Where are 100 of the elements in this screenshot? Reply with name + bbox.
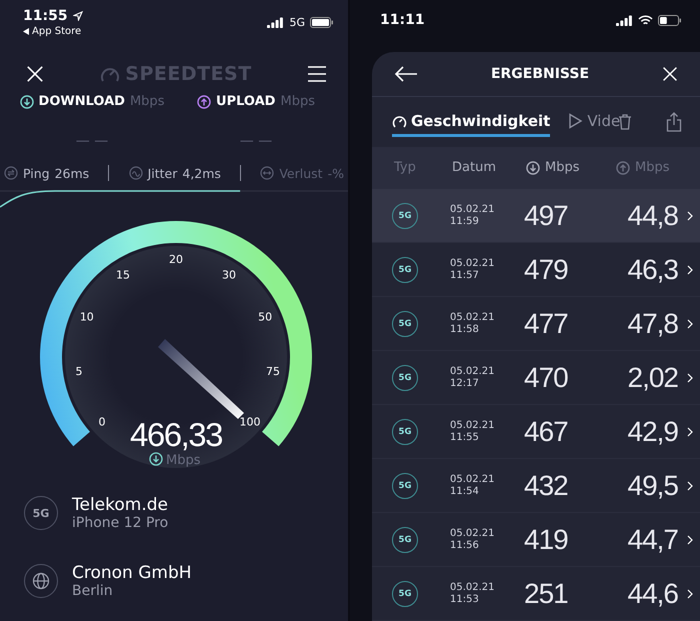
network-label: 5G [289, 16, 305, 29]
result-date: 05.02.21 [450, 474, 496, 486]
network-badge: 5G [392, 472, 418, 498]
result-row[interactable]: 5G 05.02.21 12:17 470 2,02 [372, 351, 700, 405]
location-icon [72, 11, 83, 21]
result-row[interactable]: 5G 05.02.21 11:56 419 44,7 [372, 513, 700, 567]
upload-speed: 44,7 [626, 524, 678, 556]
gauge-tick-label: 100 [239, 415, 260, 428]
download-speed: 479 [524, 254, 569, 286]
network-badge: 5G [392, 580, 418, 606]
upload-speed: 47,8 [626, 308, 678, 340]
result-row[interactable]: 5G 05.02.21 11:53 251 44,6 [372, 567, 700, 621]
gauge-tick-label: 30 [222, 268, 236, 282]
share-icon[interactable] [666, 112, 682, 132]
upload-speed: 42,9 [626, 416, 678, 448]
result-time: 11:59 [450, 216, 480, 227]
gauge-tick-label: 15 [116, 268, 130, 282]
chevron-icon [687, 480, 693, 490]
result-row[interactable]: 5G 05.02.21 11:55 467 42,9 [372, 405, 700, 459]
column-header: Mbps [545, 160, 580, 176]
result-time: 12:17 [450, 378, 480, 389]
result-time: 11:56 [450, 540, 480, 551]
network-badge: 5G [392, 202, 418, 228]
result-time: 11:53 [450, 594, 480, 605]
page-title: ERGEBNISSE [490, 66, 590, 82]
download-icon [149, 452, 163, 466]
download-icon [526, 160, 540, 175]
gauge-tick-label: 0 [98, 415, 106, 428]
chevron-icon [687, 264, 693, 274]
play-icon [568, 113, 584, 130]
back-icon[interactable] [23, 28, 29, 35]
status-time: 11:55 [23, 8, 68, 24]
ping-icon [4, 166, 18, 180]
result-date: 05.02.21 [450, 312, 496, 324]
result-date: 05.02.21 [450, 420, 496, 432]
column-header: Typ [394, 160, 416, 176]
signal-icon [267, 17, 284, 28]
provider-name: Telekom.de [72, 495, 168, 515]
tab[interactable]: Geschwindigkeit [392, 106, 550, 138]
battery-icon [658, 15, 682, 26]
upload-speed: 44,8 [626, 200, 678, 232]
network-badge: 5G [392, 418, 418, 444]
stat-label: Verlust [279, 166, 323, 180]
download-value: — — [74, 132, 110, 149]
back-link[interactable]: App Store [32, 26, 82, 37]
menu-icon[interactable] [308, 66, 326, 82]
close-icon[interactable] [26, 65, 44, 83]
jitter-icon [128, 166, 143, 180]
stat-value: 26ms [54, 166, 90, 180]
provider-name: Cronon GmbH [72, 563, 192, 583]
network-badge: 5G [392, 526, 418, 552]
chevron-icon [687, 210, 693, 220]
result-row[interactable]: 5G 05.02.21 11:58 477 47,8 [372, 297, 700, 351]
unit-label: Mbps [280, 94, 315, 109]
download-speed: 419 [524, 524, 569, 556]
chevron-icon [687, 426, 693, 436]
download-icon [20, 94, 34, 108]
download-speed: 477 [524, 308, 569, 340]
result-row[interactable]: 5G 05.02.21 11:57 479 46,3 [372, 243, 700, 297]
gauge-icon [392, 114, 407, 129]
unit-label: Mbps [166, 453, 200, 468]
gauge-tick-label: 5 [76, 365, 83, 378]
upload-value: — — [238, 132, 274, 149]
loss-icon [260, 166, 274, 180]
provider-detail: Berlin [72, 583, 114, 599]
stat-label: Ping [23, 166, 50, 180]
result-date: 05.02.21 [450, 528, 496, 540]
trash-icon[interactable] [618, 113, 632, 130]
chevron-icon [687, 534, 693, 544]
stat-value: 4,2ms [182, 166, 221, 180]
column-header: Datum [452, 160, 496, 176]
status-time: 11:11 [380, 12, 425, 30]
speed-reading: 466,33 [130, 416, 222, 453]
column-header: Mbps [635, 160, 670, 176]
chevron-icon [687, 318, 693, 328]
close-icon[interactable] [662, 66, 678, 82]
result-time: 11:54 [450, 486, 480, 497]
battery-icon [310, 17, 334, 28]
upload-speed: 46,3 [626, 254, 678, 286]
download-speed: 432 [524, 470, 569, 502]
download-speed: 251 [524, 578, 569, 610]
download-label: DOWNLOAD [38, 94, 125, 109]
network-badge: 5G [392, 310, 418, 336]
chevron-icon [687, 588, 693, 598]
result-date: 05.02.21 [450, 204, 496, 216]
download-speed: 467 [524, 416, 569, 448]
back-arrow-icon[interactable] [394, 66, 418, 82]
result-time: 11:58 [450, 324, 480, 335]
gauge-tick-label: 10 [80, 310, 94, 324]
tab[interactable]: Vide [568, 106, 620, 138]
gauge-tick-label: 75 [266, 365, 280, 378]
result-time: 11:57 [450, 270, 480, 281]
upload-icon [616, 160, 630, 175]
network-badge: 5G [392, 256, 418, 282]
gauge-tick-label: 50 [258, 310, 272, 324]
provider-detail: iPhone 12 Pro [72, 515, 168, 531]
gauge-icon [100, 65, 120, 83]
result-row[interactable]: 5G 05.02.21 11:54 432 49,5 [372, 459, 700, 513]
result-date: 05.02.21 [450, 582, 496, 594]
result-row[interactable]: 5G 05.02.21 11:59 497 44,8 [372, 189, 700, 243]
